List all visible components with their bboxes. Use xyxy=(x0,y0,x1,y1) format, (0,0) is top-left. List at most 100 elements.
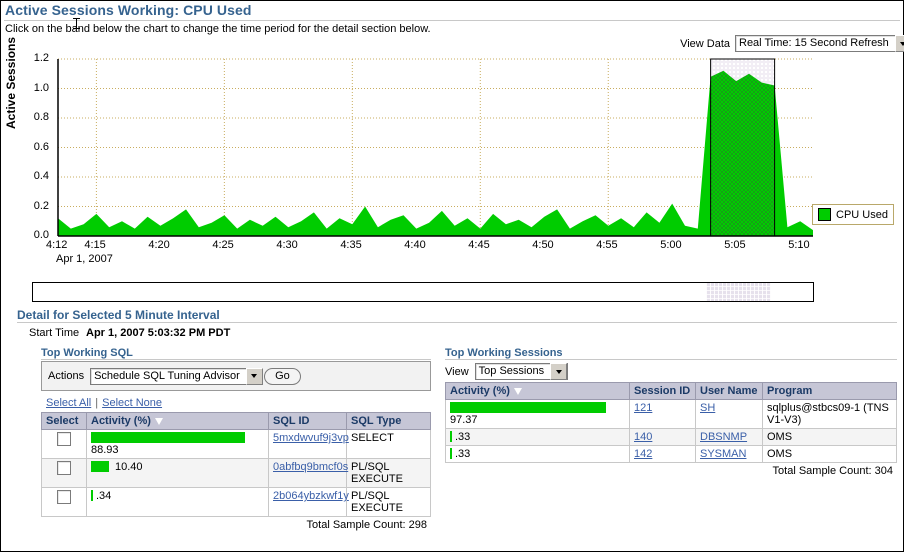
sql-id-link[interactable]: 0abfbq9bmcf0s xyxy=(273,461,348,473)
chevron-down-icon[interactable] xyxy=(245,367,263,385)
activity-cell: 88.93 xyxy=(86,429,269,459)
session-id-cell[interactable]: 142 xyxy=(629,445,696,463)
activity-bar xyxy=(91,432,245,443)
activity-bar xyxy=(450,431,452,442)
activity-value: 10.40 xyxy=(115,461,143,473)
activity-cell: .33 xyxy=(445,428,630,446)
row-checkbox[interactable] xyxy=(57,490,71,504)
row-checkbox[interactable] xyxy=(57,461,71,475)
detail-section-divider xyxy=(17,322,897,323)
top-sessions-title: Top Working Sessions xyxy=(445,347,563,359)
user-name-cell[interactable]: SH xyxy=(695,399,763,429)
activity-cell: 10.40 xyxy=(86,458,269,488)
top-sql-actions-bar: Actions Schedule SQL Tuning Advisor Go xyxy=(41,361,431,391)
chart-plot[interactable] xyxy=(1,51,903,256)
program-cell: OMS xyxy=(762,428,897,446)
top-sql-table-header: Select Activity (%) SQL ID SQL Type xyxy=(41,412,431,430)
legend-swatch-cpu-used xyxy=(818,208,831,221)
sort-descending-icon[interactable] xyxy=(513,387,522,395)
top-sessions-divider xyxy=(445,359,897,360)
sql-id-link[interactable]: 5mxdwvuf9j3vp xyxy=(273,432,349,444)
activity-value: 97.37 xyxy=(450,414,478,426)
text-cursor xyxy=(73,18,80,29)
session-id-link[interactable]: 121 xyxy=(634,402,652,414)
top-sql-divider xyxy=(41,359,431,360)
detail-section-title: Detail for Selected 5 Minute Interval xyxy=(17,308,220,322)
sessions-view-label: View xyxy=(445,365,469,378)
column-header[interactable]: SQL Type xyxy=(346,412,431,430)
column-header[interactable]: Program xyxy=(762,382,897,400)
chevron-down-icon[interactable] xyxy=(550,363,568,380)
row-select-cell[interactable] xyxy=(41,487,87,517)
top-sql-table: Select Activity (%) SQL ID SQL Type 88.93 5m… xyxy=(41,412,431,517)
activity-value: 88.93 xyxy=(91,444,119,456)
activity-cell: 97.37 xyxy=(445,399,630,429)
application-window: Active Sessions Working: CPU Used Click … xyxy=(0,0,904,552)
row-select-cell[interactable] xyxy=(41,458,87,488)
go-button[interactable]: Go xyxy=(264,367,301,385)
table-row: 10.40 0abfbq9bmcf0s PL/SQL EXECUTE xyxy=(41,458,431,488)
sql-type-cell: SELECT xyxy=(346,429,431,459)
user-name-link[interactable]: SH xyxy=(700,402,715,414)
view-data-label: View Data xyxy=(680,37,730,50)
chart-legend: CPU Used xyxy=(812,204,894,225)
program-cell: sqlplus@stbcs09-1 (TNS V1-V3) xyxy=(762,399,897,429)
activity-chart[interactable]: Active Sessions 0.0 0.2 0.4 0.6 0.8 1.0 1.2 4:… xyxy=(1,37,903,265)
time-range-band[interactable] xyxy=(32,282,814,302)
column-header[interactable]: Activity (%) xyxy=(86,412,269,430)
user-name-link[interactable]: DBSNMP xyxy=(700,431,747,443)
sql-type-cell: PL/SQL EXECUTE xyxy=(346,487,431,517)
band-selection[interactable] xyxy=(705,283,772,301)
sql-id-cell[interactable]: 2b064ybzkwf1y xyxy=(268,487,349,517)
activity-bar xyxy=(91,461,109,472)
sql-type-cell: PL/SQL EXECUTE xyxy=(346,458,431,488)
activity-bar xyxy=(91,490,93,501)
sql-id-link[interactable]: 2b064ybzkwf1y xyxy=(273,490,349,502)
column-header[interactable]: User Name xyxy=(695,382,763,400)
session-id-link[interactable]: 142 xyxy=(634,448,652,460)
select-all-link[interactable]: Select All xyxy=(46,397,91,409)
table-row: .33 142 SYSMAN OMS xyxy=(445,445,897,463)
title-divider xyxy=(4,20,900,21)
row-checkbox[interactable] xyxy=(57,432,71,446)
session-id-link[interactable]: 140 xyxy=(634,431,652,443)
user-name-cell[interactable]: SYSMAN xyxy=(695,445,763,463)
view-data-select[interactable]: Real Time: 15 Second Refresh xyxy=(735,35,904,52)
page-title: Active Sessions Working: CPU Used xyxy=(5,2,252,18)
top-sessions-total: Total Sample Count: 304 xyxy=(772,465,893,477)
view-data-value: Real Time: 15 Second Refresh xyxy=(739,37,889,49)
actions-value: Schedule SQL Tuning Advisor xyxy=(94,369,240,382)
column-header[interactable]: Select xyxy=(41,412,87,430)
sessions-view-value: Top Sessions xyxy=(478,365,545,377)
sql-id-cell[interactable]: 5mxdwvuf9j3vp xyxy=(268,429,349,459)
session-id-cell[interactable]: 140 xyxy=(629,428,696,446)
table-row: 88.93 5mxdwvuf9j3vp SELECT xyxy=(41,429,431,459)
select-none-link[interactable]: Select None xyxy=(102,397,162,409)
table-row: .34 2b064ybzkwf1y PL/SQL EXECUTE xyxy=(41,487,431,517)
top-sessions-table-body: 97.37 121 SH sqlplus@stbcs09-1 (TNS V1-V3).… xyxy=(445,399,897,463)
column-header[interactable]: Session ID xyxy=(629,382,696,400)
user-name-link[interactable]: SYSMAN xyxy=(700,448,746,460)
actions-select[interactable]: Schedule SQL Tuning Advisor xyxy=(90,367,263,385)
activity-cell: .34 xyxy=(86,487,269,517)
top-sql-total: Total Sample Count: 298 xyxy=(306,519,427,531)
row-select-cell[interactable] xyxy=(41,429,87,459)
column-header[interactable]: Activity (%) xyxy=(445,382,630,400)
top-sessions-table: Activity (%) Session ID User Name Program 9… xyxy=(445,382,897,463)
table-row: 97.37 121 SH sqlplus@stbcs09-1 (TNS V1-V3) xyxy=(445,399,897,429)
instruction-text: Click on the band below the chart to cha… xyxy=(5,23,431,35)
user-name-cell[interactable]: DBSNMP xyxy=(695,428,763,446)
program-cell: OMS xyxy=(762,445,897,463)
column-header[interactable]: SQL ID xyxy=(268,412,347,430)
top-sql-table-body: 88.93 5mxdwvuf9j3vp SELECT 10.40 0abfbq9bmcf… xyxy=(41,429,431,517)
activity-value: .33 xyxy=(455,448,471,460)
sessions-view-control: View Top Sessions xyxy=(445,363,568,380)
session-id-cell[interactable]: 121 xyxy=(629,399,696,429)
select-links: Select All | Select None xyxy=(46,397,163,409)
activity-bar xyxy=(450,402,606,413)
sql-id-cell[interactable]: 0abfbq9bmcf0s xyxy=(268,458,348,488)
sort-descending-icon[interactable] xyxy=(154,417,163,425)
sessions-view-select[interactable]: Top Sessions xyxy=(474,363,568,380)
chevron-down-icon[interactable] xyxy=(894,35,904,52)
top-sessions-table-wrap: Activity (%) Session ID User Name Program 9… xyxy=(445,382,897,477)
